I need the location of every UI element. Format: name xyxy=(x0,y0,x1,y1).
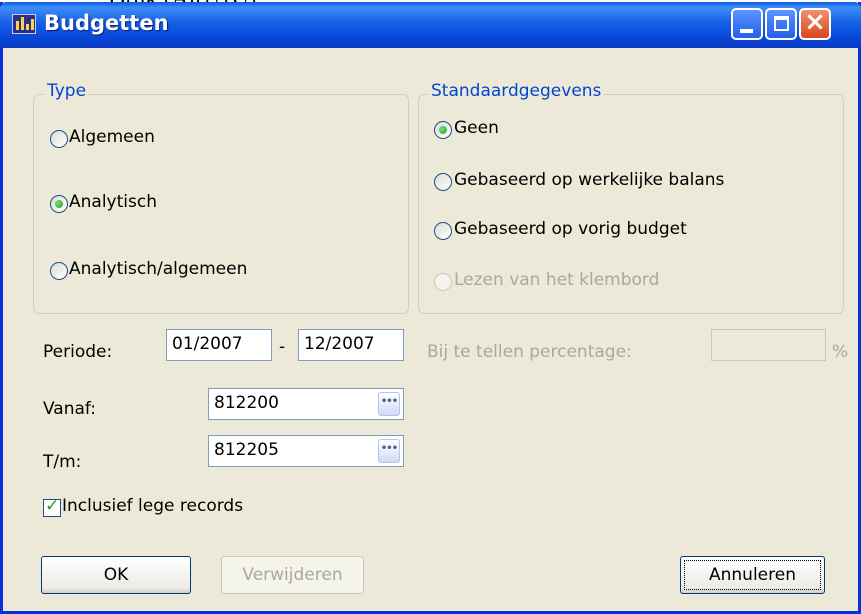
periode-to-field[interactable]: 12/2007 xyxy=(298,329,404,361)
ellipsis-icon: ••• xyxy=(380,396,398,407)
radio-analytisch-algemeen-label[interactable]: Analytisch/algemeen xyxy=(69,259,247,279)
minimize-button[interactable] xyxy=(731,8,763,40)
percentage-field xyxy=(711,329,826,361)
radio-analytisch[interactable] xyxy=(50,195,68,213)
radio-klembord xyxy=(434,273,452,291)
ellipsis-icon: ••• xyxy=(380,443,398,454)
include-empty-checkbox[interactable]: ✓ xyxy=(43,496,61,517)
type-group-legend: Type xyxy=(45,81,89,101)
window-title: Budgetten xyxy=(44,11,169,35)
close-button[interactable]: × xyxy=(799,7,831,40)
periode-separator: - xyxy=(279,337,286,357)
vanaf-value: 812200 xyxy=(214,393,279,413)
radio-vorig-budget-label[interactable]: Gebaseerd op vorig budget xyxy=(454,219,687,239)
tm-field[interactable]: 812205 ••• xyxy=(208,435,404,467)
ok-button[interactable]: OK xyxy=(41,556,191,594)
radio-werkelijke-balans[interactable] xyxy=(434,173,452,191)
minimize-icon xyxy=(740,29,753,33)
periode-from-field[interactable]: 01/2007 xyxy=(166,329,272,361)
radio-selected-dot xyxy=(439,126,447,134)
standard-data-group-legend: Standaardgegevens xyxy=(429,81,604,101)
vanaf-lookup-button[interactable]: ••• xyxy=(378,392,400,416)
tm-value: 812205 xyxy=(214,440,279,460)
radio-werkelijke-balans-label[interactable]: Gebaseerd op werkelijke balans xyxy=(454,170,724,190)
checkmark-icon: ✓ xyxy=(45,496,60,516)
radio-analytisch-algemeen[interactable] xyxy=(50,262,68,280)
radio-algemeen[interactable] xyxy=(50,130,68,148)
radio-selected-dot xyxy=(55,200,63,208)
radio-algemeen-label[interactable]: Algemeen xyxy=(69,127,155,147)
title-bar[interactable]: Budgetten × xyxy=(0,2,861,48)
delete-button: Verwijderen xyxy=(221,556,364,594)
vanaf-field[interactable]: 812200 ••• xyxy=(208,388,404,420)
percentage-label: Bij te tellen percentage: xyxy=(427,342,632,362)
percentage-unit: % xyxy=(832,342,849,362)
cancel-button[interactable]: Annuleren xyxy=(680,556,825,594)
include-empty-label[interactable]: Inclusief lege records xyxy=(62,496,243,516)
radio-vorig-budget[interactable] xyxy=(434,222,452,240)
radio-klembord-label: Lezen van het klembord xyxy=(454,270,660,290)
radio-analytisch-label[interactable]: Analytisch xyxy=(69,192,157,212)
tm-lookup-button[interactable]: ••• xyxy=(378,439,400,463)
maximize-icon xyxy=(774,16,789,31)
periode-label: Periode: xyxy=(43,342,113,362)
radio-geen-label[interactable]: Geen xyxy=(454,118,499,138)
tm-label: T/m: xyxy=(43,452,82,472)
vanaf-label: Vanaf: xyxy=(43,399,97,419)
maximize-button[interactable] xyxy=(765,8,797,40)
close-icon: × xyxy=(804,7,826,37)
budgetten-dialog: Budgetten × Type Algemeen Analytisch Ana… xyxy=(0,2,861,614)
radio-geen[interactable] xyxy=(434,121,452,139)
chart-icon xyxy=(12,14,36,34)
